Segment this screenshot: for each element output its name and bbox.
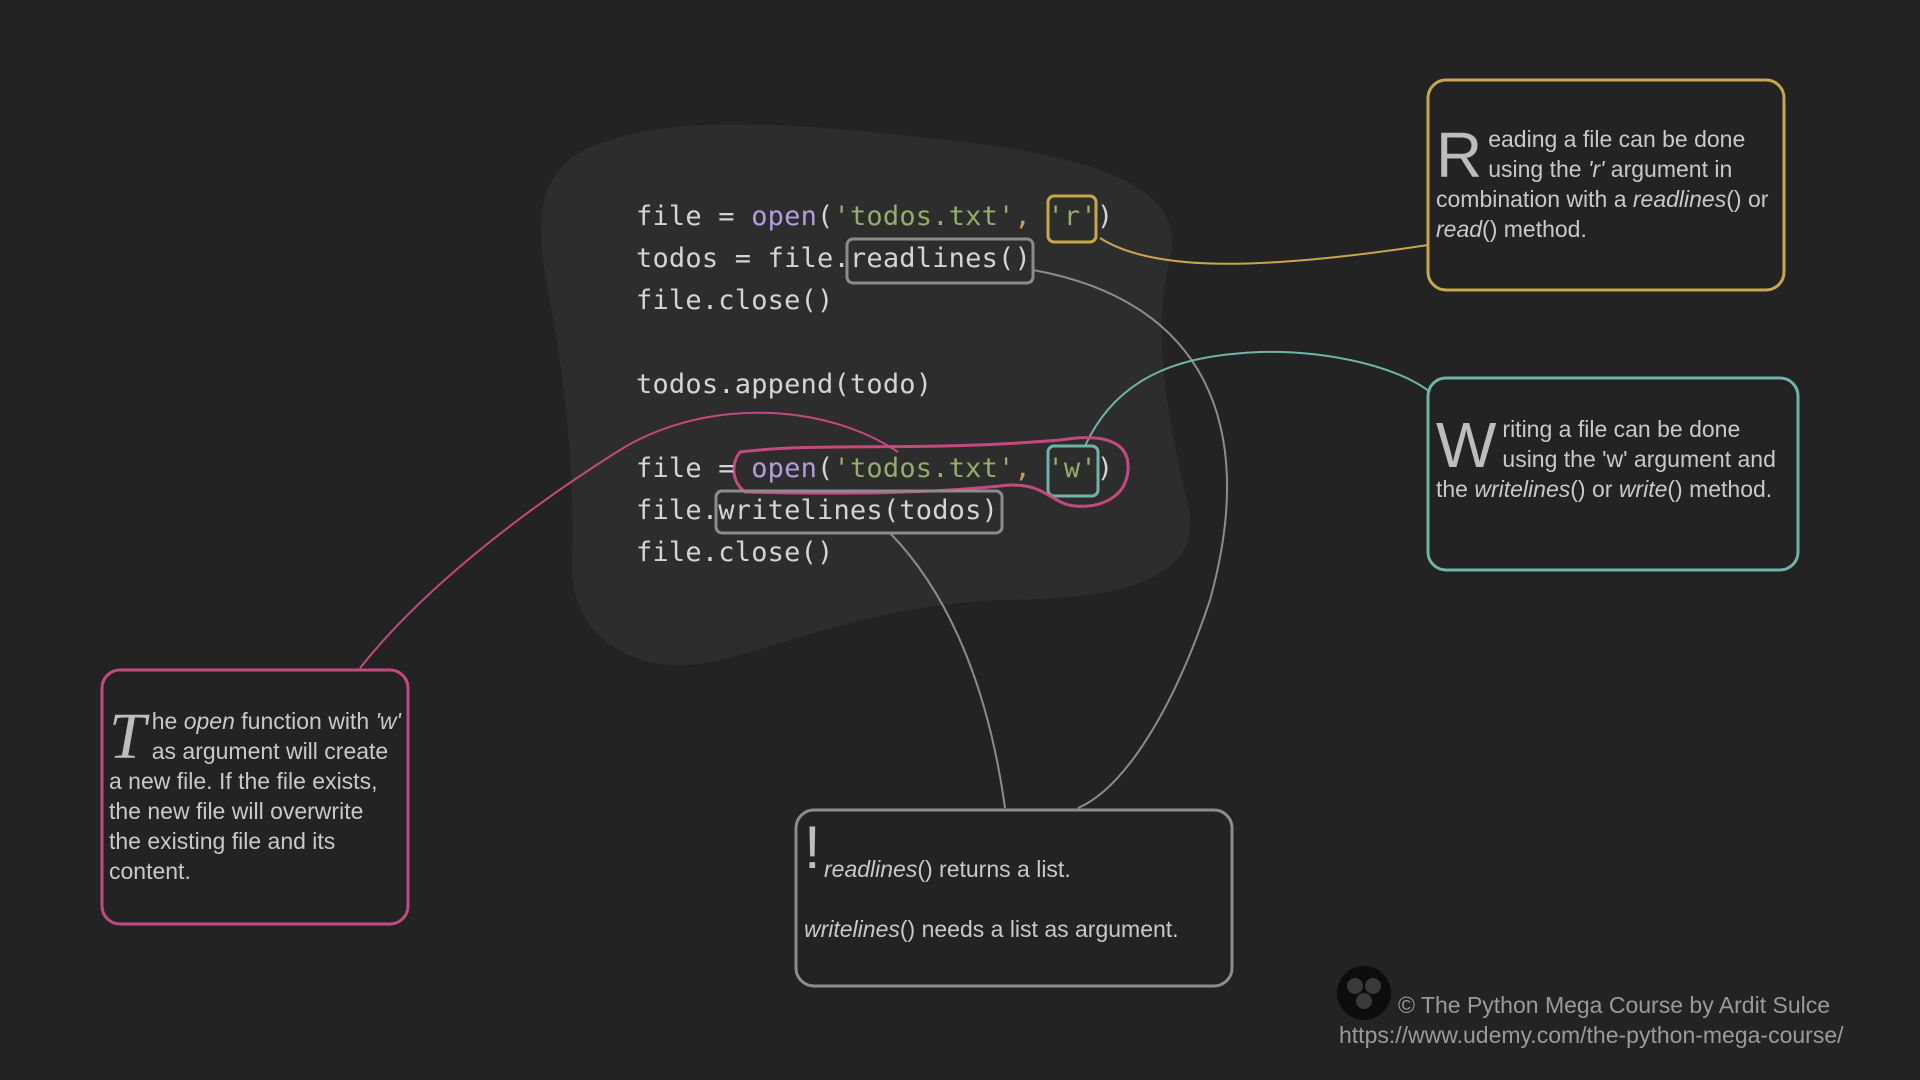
code-token: 'todos.txt' [833, 453, 1015, 484]
emphasis-text: writelines [804, 916, 900, 942]
emphasis-text: open [183, 708, 235, 734]
lists-line-2: writelines() needs a list as argument. [804, 914, 1179, 944]
code-token: todos.append(todo) [636, 369, 933, 400]
code-line: file = open('todos.txt', 'w') [636, 448, 1113, 490]
note-text: () method. [1667, 476, 1773, 502]
lists-line-1: readlines() returns a list. [824, 854, 1071, 884]
emphasis-text: 'r' [1587, 156, 1605, 182]
code-line: todos.append(todo) [636, 364, 1113, 406]
writing-note: W riting a file can be done using the 'w… [1436, 409, 1788, 504]
logo-icon [1337, 966, 1391, 1020]
code-token: ) [1096, 453, 1114, 484]
code-token: 'todos.txt' [833, 201, 1015, 232]
code-token: file.close() [636, 537, 834, 568]
code-block: file = open('todos.txt', 'r') todos = fil… [636, 196, 1113, 574]
emphasis-text: readlines [1632, 186, 1727, 212]
note-text: () or [1726, 186, 1769, 212]
code-token: , [1014, 201, 1048, 232]
reading-dropcap: R [1436, 119, 1483, 191]
code-token: 'w' [1047, 453, 1097, 484]
emphasis-text: read [1436, 216, 1483, 242]
note-text: () or [1570, 476, 1619, 502]
emphasis-text: write [1618, 476, 1668, 502]
emphasis-text: 'w' [375, 708, 401, 734]
code-token: , [1014, 453, 1048, 484]
code-token: file = [636, 453, 752, 484]
code-token: 'r' [1047, 201, 1097, 232]
reading-text: eading a file can be done using the 'r' … [1436, 126, 1768, 242]
footer-copyright: © The Python Mega Course by Ardit Sulce [1398, 992, 1831, 1018]
note-text: () needs a list as argument. [899, 916, 1179, 942]
code-token: open [751, 453, 818, 484]
open-dropcap: T [109, 700, 146, 773]
code-token: file = [636, 201, 752, 232]
code-line: file.close() [636, 280, 1113, 322]
code-line: file.close() [636, 532, 1113, 574]
code-line: file.writelines(todos) [636, 490, 1113, 532]
code-token: ) [1096, 201, 1114, 232]
note-text: he [151, 708, 184, 734]
emphasis-text: writelines [1474, 476, 1571, 502]
code-token: ( [817, 453, 834, 484]
note-text: () returns a list. [917, 856, 1071, 882]
code-token: open [751, 201, 818, 232]
lists-exclamation: ! [804, 814, 821, 881]
writing-dropcap: W [1436, 409, 1497, 481]
footer-url[interactable]: https://www.udemy.com/the-python-mega-co… [1339, 1022, 1844, 1049]
code-token: file.close() [636, 285, 834, 316]
code-token: ( [817, 201, 834, 232]
open-text: he open function with 'w' as argument wi… [109, 708, 401, 884]
note-text: () method. [1482, 216, 1587, 242]
lists-note: ! readlines() returns a list. writelines… [796, 810, 1232, 986]
open-note: T he open function with 'w' as argument … [109, 700, 401, 886]
code-token: file.writelines(todos) [636, 495, 999, 526]
code-line: file = open('todos.txt', 'r') [636, 196, 1113, 238]
note-text: as argument will create a new file. If t… [109, 738, 389, 884]
code-token: todos = file.readlines() [636, 243, 1031, 274]
emphasis-text: readlines [824, 856, 918, 882]
reading-note: R eading a file can be done using the 'r… [1436, 119, 1776, 244]
code-line: todos = file.readlines() [636, 238, 1113, 280]
note-text: function with [234, 708, 376, 734]
